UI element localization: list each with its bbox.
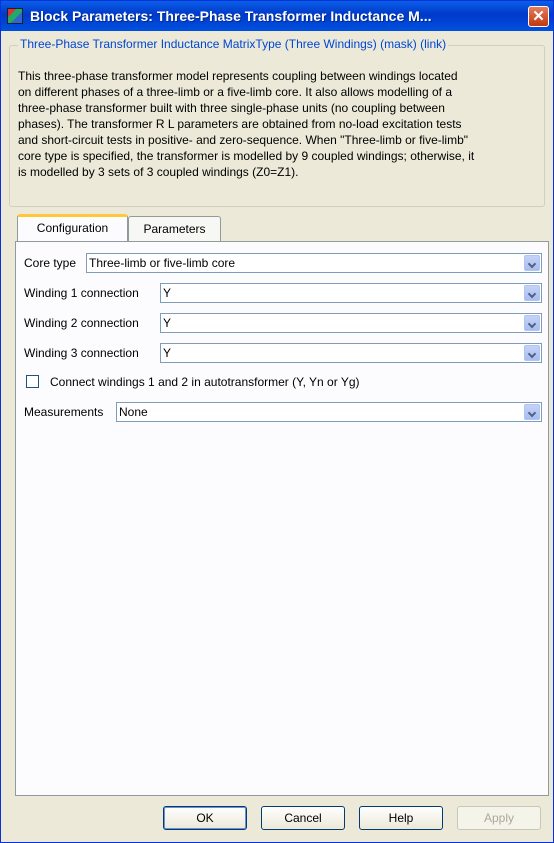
chevron-down-icon[interactable]: [524, 404, 540, 420]
winding-3-connection-select[interactable]: Y: [160, 343, 542, 363]
winding-1-row: Winding 1 connection Y: [24, 283, 542, 303]
mask-description: This three-phase transformer model repre…: [18, 69, 475, 179]
measurements-value: None: [119, 405, 148, 419]
chevron-down-icon[interactable]: [524, 315, 540, 331]
winding-1-connection-select[interactable]: Y: [160, 283, 542, 303]
winding-3-value: Y: [163, 346, 172, 360]
measurements-select[interactable]: None: [116, 402, 542, 422]
winding-3-label: Winding 3 connection: [24, 346, 139, 360]
window-title: Block Parameters: Three-Phase Transforme…: [30, 8, 432, 24]
autotransformer-checkbox[interactable]: [26, 375, 39, 388]
winding-1-value: Y: [163, 286, 172, 300]
core-type-select[interactable]: Three-limb or five-limb core: [86, 253, 542, 273]
measurements-row: Measurements None: [24, 402, 542, 422]
cancel-button[interactable]: Cancel: [261, 806, 345, 830]
block-parameters-dialog: Block Parameters: Three-Phase Transforme…: [0, 0, 554, 843]
winding-2-value: Y: [163, 316, 172, 330]
measurements-label: Measurements: [24, 405, 104, 419]
apply-button[interactable]: Apply: [457, 806, 541, 830]
simulink-block-icon: [7, 8, 23, 24]
close-button[interactable]: ✕: [528, 6, 549, 27]
winding-2-connection-select[interactable]: Y: [160, 313, 542, 333]
autotransformer-row: Connect windings 1 and 2 in autotransfor…: [24, 373, 542, 393]
ok-button[interactable]: OK: [163, 806, 247, 830]
chevron-down-icon[interactable]: [524, 255, 540, 271]
mask-type-link[interactable]: Three-Phase Transformer Inductance Matri…: [18, 37, 449, 51]
title-bar[interactable]: Block Parameters: Three-Phase Transforme…: [1, 1, 553, 31]
winding-2-row: Winding 2 connection Y: [24, 313, 542, 333]
configuration-panel: Core type Three-limb or five-limb core W…: [15, 241, 549, 796]
mask-description-group: Three-Phase Transformer Inductance Matri…: [9, 37, 545, 207]
winding-2-label: Winding 2 connection: [24, 316, 139, 330]
core-type-label: Core type: [24, 256, 77, 270]
core-type-value: Three-limb or five-limb core: [89, 256, 236, 270]
tab-configuration[interactable]: Configuration: [17, 214, 128, 241]
autotransformer-label[interactable]: Connect windings 1 and 2 in autotransfor…: [50, 375, 360, 389]
tab-parameters[interactable]: Parameters: [128, 216, 221, 241]
chevron-down-icon[interactable]: [524, 285, 540, 301]
help-button[interactable]: Help: [359, 806, 443, 830]
chevron-down-icon[interactable]: [524, 345, 540, 361]
core-type-row: Core type Three-limb or five-limb core: [24, 253, 542, 273]
winding-1-label: Winding 1 connection: [24, 286, 139, 300]
winding-3-row: Winding 3 connection Y: [24, 343, 542, 363]
